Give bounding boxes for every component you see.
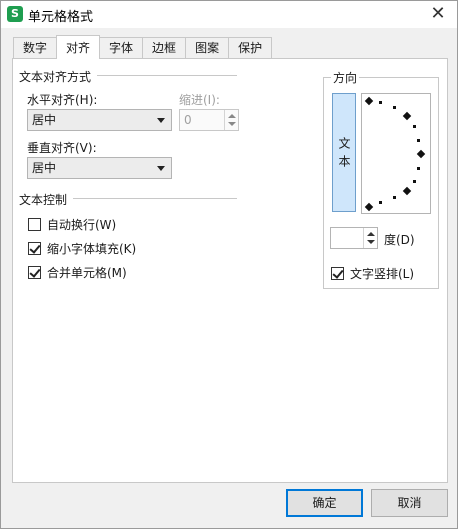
degree-label: 度(D)	[384, 233, 415, 247]
close-icon[interactable]: ✕	[425, 3, 451, 25]
chevron-down-icon	[157, 118, 165, 123]
dial-marker	[364, 96, 374, 106]
vertical-align-label: 垂直对齐(V):	[27, 141, 97, 155]
wrap-text-checkbox[interactable]	[28, 218, 41, 231]
shrink-to-fit-label: 缩小字体填充(K)	[47, 242, 137, 256]
dial-dot	[413, 125, 416, 128]
horizontal-align-select[interactable]: 居中	[27, 109, 172, 131]
wrap-text-option[interactable]: 自动换行(W)	[28, 216, 116, 233]
dial-dot	[379, 201, 382, 204]
tab-alignment[interactable]: 对齐	[56, 35, 101, 59]
orientation-group-label: 方向	[331, 69, 360, 86]
horizontal-align-value: 居中	[32, 113, 57, 127]
dial-dot	[393, 106, 396, 109]
stepper-arrows	[224, 110, 238, 130]
text-alignment-group-label: 文本对齐方式	[19, 70, 92, 84]
title-bar: S 单元格格式 ✕	[1, 1, 457, 28]
cancel-button[interactable]: 取消	[371, 489, 448, 517]
wrap-text-label: 自动换行(W)	[47, 218, 117, 232]
alignment-panel: 文本对齐方式 水平对齐(H): 居中 缩进(I): 0 垂直对齐(V): 居中 …	[12, 58, 448, 483]
chevron-down-icon	[157, 166, 165, 171]
stepper-arrows	[363, 228, 377, 248]
merge-cells-label: 合并单元格(M)	[47, 266, 127, 280]
cell-format-dialog: S 单元格格式 ✕ 数字 对齐 字体 边框 图案 保护 文本对齐方式 水平对齐(…	[0, 0, 458, 529]
group-divider	[97, 75, 237, 76]
merge-cells-option[interactable]: 合并单元格(M)	[28, 264, 127, 281]
dial-marker	[416, 149, 426, 159]
tab-border[interactable]: 边框	[142, 37, 187, 59]
indent-stepper[interactable]: 0	[179, 109, 239, 131]
dial-marker	[364, 202, 374, 212]
indent-value: 0	[184, 113, 192, 127]
stepper-up-icon[interactable]	[367, 232, 375, 236]
stepper-up-icon[interactable]	[228, 114, 236, 118]
stepper-down-icon[interactable]	[228, 122, 236, 126]
dial-marker	[402, 111, 412, 121]
dial-dot	[417, 139, 420, 142]
tab-pattern[interactable]: 图案	[185, 37, 230, 59]
indent-label: 缩进(I):	[179, 93, 220, 107]
app-logo-icon: S	[7, 6, 23, 22]
vertical-stack-label: 文字竖排(L)	[350, 267, 415, 281]
text-control-group-label: 文本控制	[19, 193, 68, 207]
tab-font[interactable]: 字体	[99, 37, 144, 59]
dial-dot	[393, 196, 396, 199]
tab-protection[interactable]: 保护	[228, 37, 273, 59]
vertical-text-orientation-button[interactable]: 文本	[332, 93, 356, 212]
merge-cells-checkbox[interactable]	[28, 266, 41, 279]
vertical-stack-option[interactable]: 文字竖排(L)	[331, 265, 414, 282]
tab-number[interactable]: 数字	[13, 37, 58, 59]
shrink-to-fit-checkbox[interactable]	[28, 242, 41, 255]
dialog-title: 单元格格式	[28, 10, 94, 25]
horizontal-align-label: 水平对齐(H):	[27, 93, 98, 107]
vertical-align-value: 居中	[32, 161, 57, 175]
vertical-align-select[interactable]: 居中	[27, 157, 172, 179]
dial-dot	[417, 167, 420, 170]
group-divider	[73, 198, 237, 199]
dial-dot	[413, 180, 416, 183]
tab-bar: 数字 对齐 字体 边框 图案 保护	[13, 35, 273, 59]
vertical-stack-checkbox[interactable]	[331, 267, 344, 280]
ok-button[interactable]: 确定	[286, 489, 363, 517]
degree-stepper[interactable]	[330, 227, 378, 249]
stepper-down-icon[interactable]	[367, 240, 375, 244]
dial-dot	[379, 101, 382, 104]
dial-marker	[402, 186, 412, 196]
orientation-dial[interactable]	[361, 93, 431, 214]
shrink-to-fit-option[interactable]: 缩小字体填充(K)	[28, 240, 136, 257]
